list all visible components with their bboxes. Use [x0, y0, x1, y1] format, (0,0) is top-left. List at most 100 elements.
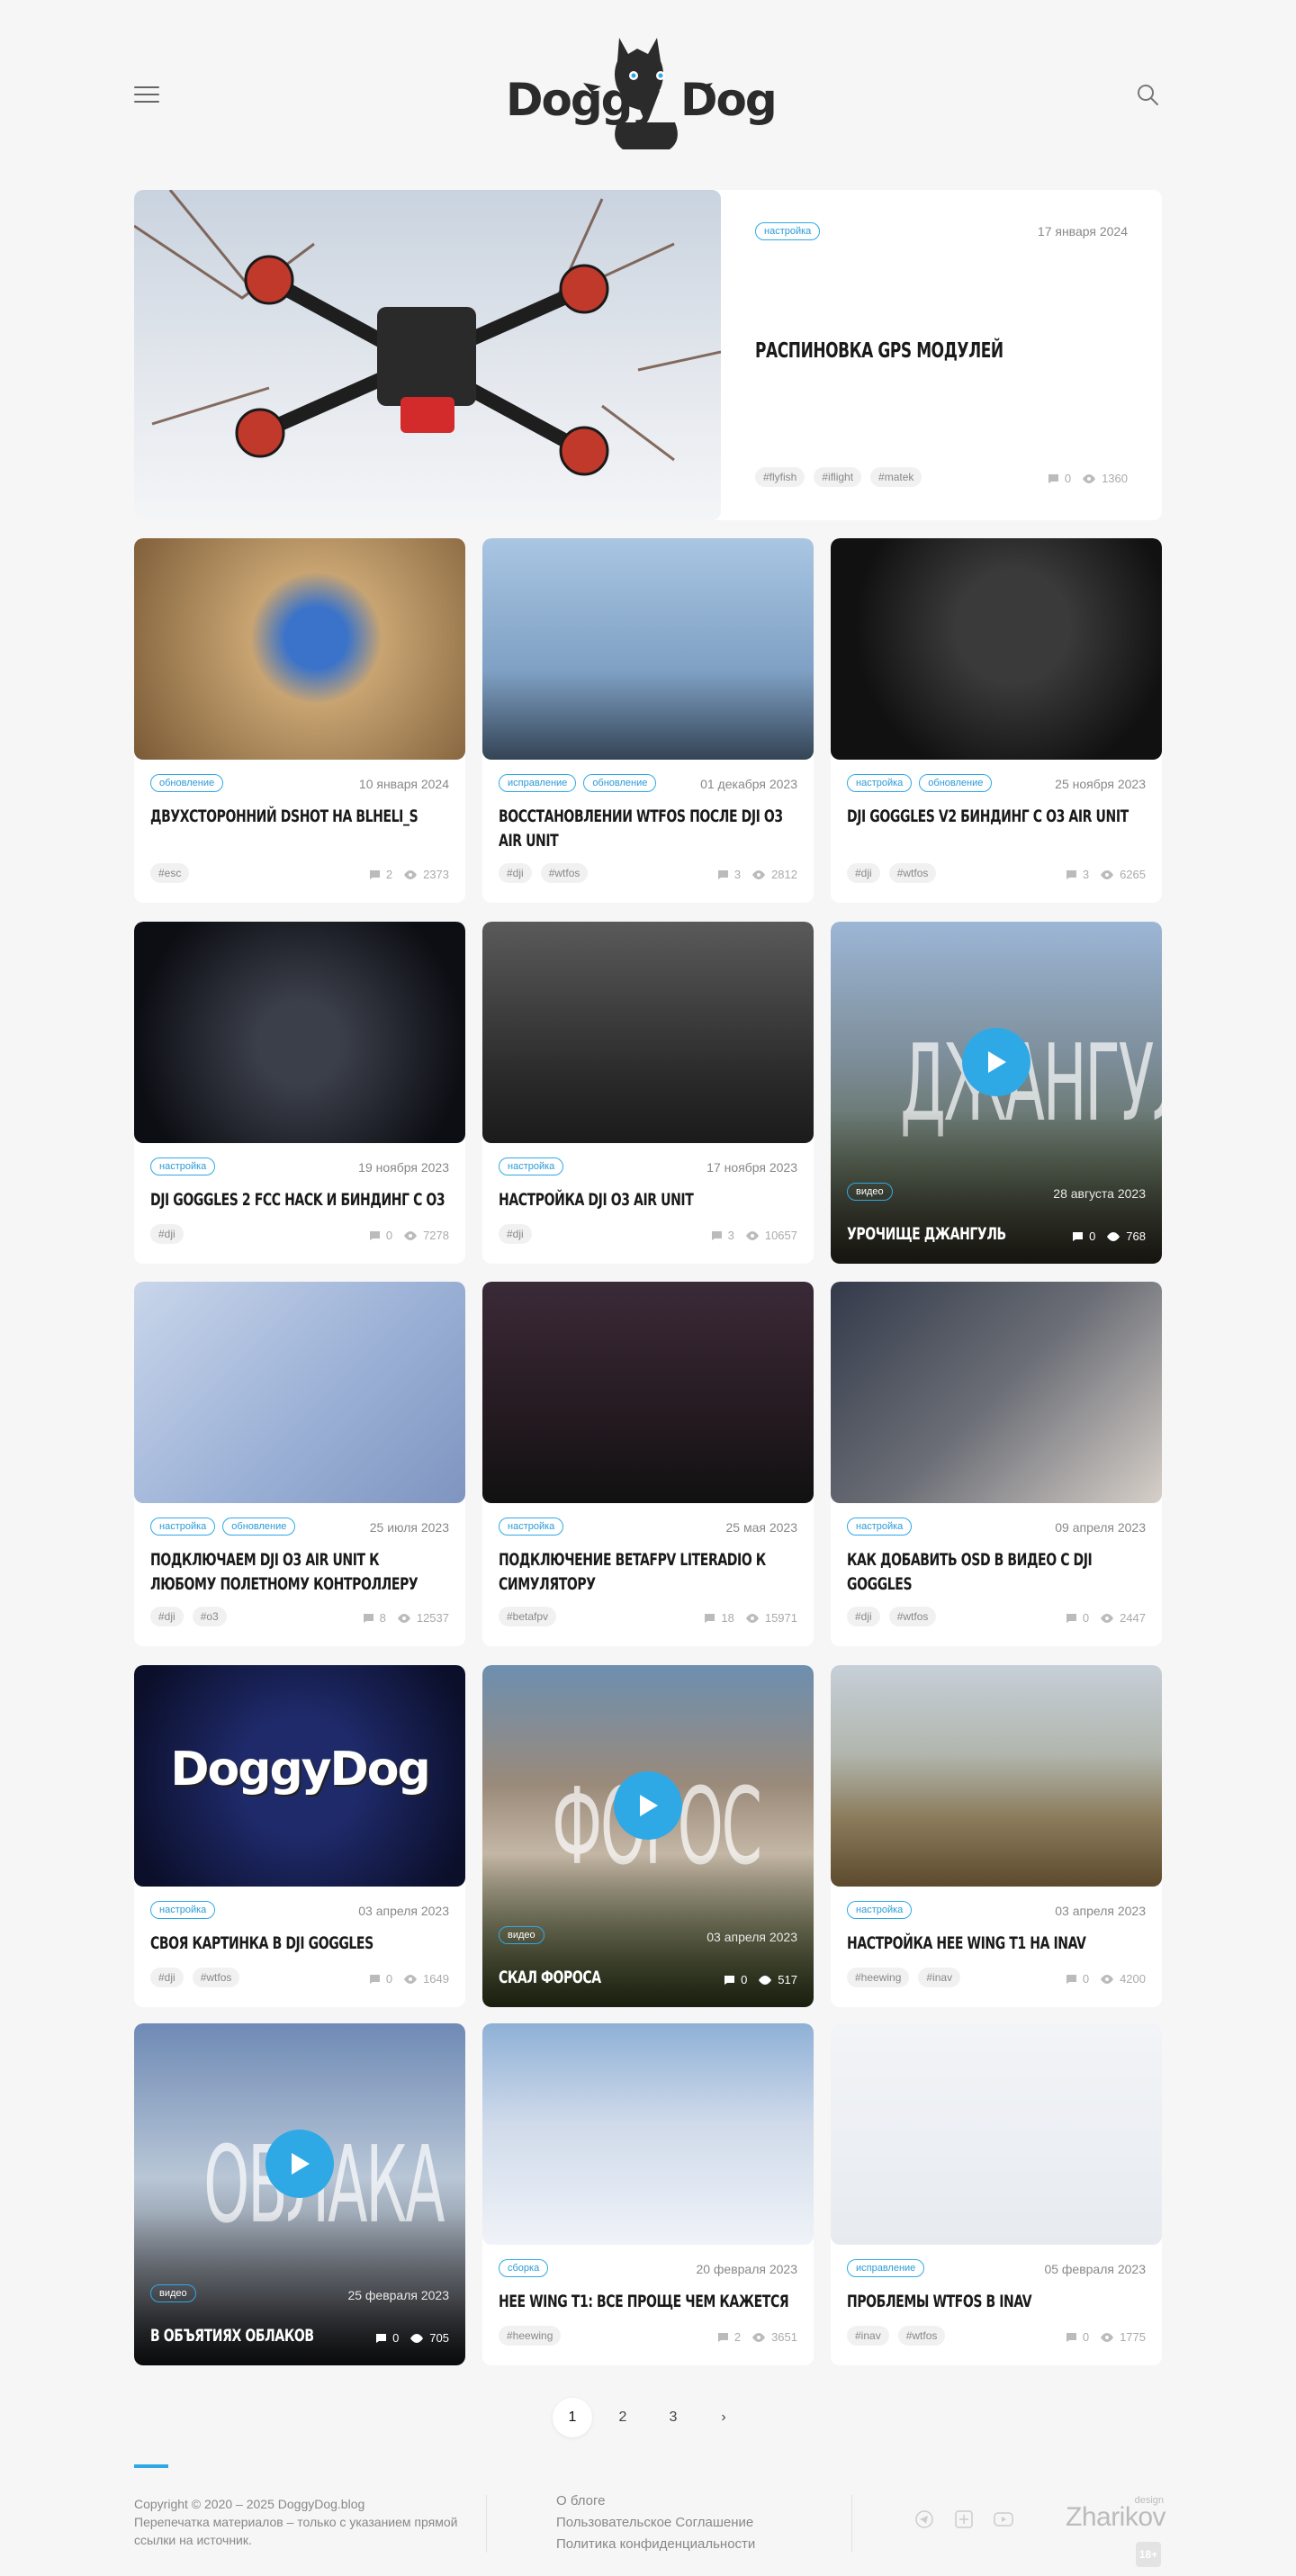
post-image[interactable] — [831, 1665, 1162, 1887]
category-badge[interactable]: сборка — [499, 2259, 549, 2277]
post-image[interactable] — [482, 2023, 814, 2245]
telegram-icon[interactable] — [914, 2509, 934, 2529]
post-image[interactable]: DoggyDog — [134, 1665, 465, 1887]
category-badge[interactable]: исправление — [847, 2259, 925, 2277]
post-card[interactable]: исправление обновление 01 декабря 2023 Восс… — [482, 538, 814, 903]
hashtag[interactable]: #dji — [499, 863, 532, 883]
category-badge[interactable]: настройка — [755, 222, 821, 240]
post-title[interactable]: Как добавить OSD в видео с DJI Goggles — [847, 1548, 1142, 1597]
hashtag[interactable]: #wtfos — [888, 863, 937, 883]
play-button[interactable] — [266, 2130, 334, 2198]
post-card[interactable]: настройка 19 ноября 2023 DJI Goggles 2 FCC… — [134, 922, 465, 1264]
post-card[interactable]: обновление 10 января 2024 Двухсторонний Ds… — [134, 538, 465, 903]
post-image[interactable] — [482, 538, 814, 760]
footer-link-agreement[interactable]: Пользовательское Соглашение — [556, 2513, 755, 2533]
hashtag[interactable]: #heewing — [847, 1968, 910, 1987]
post-card[interactable]: настройка 03 апреля 2023 Настройка Hee Win… — [831, 1665, 1162, 2007]
play-button[interactable] — [962, 1028, 1030, 1096]
post-card[interactable]: исправление 05 февраля 2023 Проблемы WTFOS… — [831, 2023, 1162, 2365]
category-badge[interactable]: обновление — [583, 774, 657, 792]
post-card[interactable]: настройка 17 ноября 2023 Настройка DJI O3 … — [482, 922, 814, 1264]
post-title[interactable]: Своя картинка в DJI Goggles — [150, 1932, 446, 1956]
post-title[interactable]: Урочище Джангуль — [847, 1222, 1098, 1247]
post-title[interactable]: Проблемы WTFOS в INAV — [847, 2290, 1142, 2314]
post-card[interactable]: настройка 25 мая 2023 Подключение BetaFPV … — [482, 1282, 814, 1646]
post-title[interactable]: DJI Goggles V2 биндинг с O3 Air Unit — [847, 805, 1142, 829]
hamburger-menu-icon[interactable] — [134, 86, 159, 103]
category-badge[interactable]: настройка — [847, 1901, 913, 1919]
hashtag[interactable]: #betafpv — [499, 1607, 557, 1626]
post-card[interactable]: настройка 09 апреля 2023 Как добавить OSD … — [831, 1282, 1162, 1646]
hashtag[interactable]: #dji — [847, 1607, 880, 1626]
post-card[interactable]: DoggyDog настройка 03 апреля 2023 Своя карт… — [134, 1665, 465, 2007]
post-title[interactable]: DJI Goggles 2 FCC hack и биндинг с O3 — [150, 1188, 446, 1212]
category-badge[interactable]: видео — [499, 1926, 544, 1944]
doggydog-logo[interactable]: Doggy Dog — [502, 32, 796, 151]
post-title[interactable]: Подключаем DJI O3 Air Unit к любому поле… — [150, 1548, 446, 1597]
post-title[interactable]: Распиновка GPS модулей — [755, 339, 1065, 364]
post-image[interactable] — [134, 538, 465, 760]
post-image[interactable] — [831, 1282, 1162, 1503]
post-image[interactable] — [831, 538, 1162, 760]
next-page-button[interactable]: › — [704, 2398, 743, 2437]
post-title[interactable]: Восстановлении WTFOS после DJI O3 Air Un… — [499, 805, 794, 853]
category-badge[interactable]: настройка — [499, 1518, 564, 1536]
plus-icon[interactable] — [954, 2509, 974, 2529]
hashtag[interactable]: #flyfish — [755, 467, 806, 487]
post-card[interactable]: настройка обновление 25 ноября 2023 DJI Gog… — [831, 538, 1162, 903]
post-image[interactable] — [482, 922, 814, 1143]
category-badge[interactable]: обновление — [919, 774, 993, 792]
hashtag[interactable]: #wtfos — [192, 1968, 240, 1987]
featured-post-card[interactable]: настройка 17 января 2024 Распиновка GPS … — [134, 190, 1162, 520]
post-title[interactable]: Двухсторонний Dshot на BLHeli_S — [150, 805, 446, 829]
hashtag[interactable]: #inav — [847, 2326, 889, 2346]
post-title[interactable]: Подключение BetaFPV LiteRadio к симулято… — [499, 1548, 794, 1597]
hashtag[interactable]: #iflight — [814, 467, 862, 487]
post-title[interactable]: Hee Wing T1: все проще чем кажется — [499, 2290, 794, 2314]
hashtag[interactable]: #heewing — [499, 2326, 562, 2346]
category-badge[interactable]: обновление — [222, 1518, 296, 1536]
hashtag[interactable]: #dji — [150, 1607, 184, 1626]
post-image[interactable] — [134, 922, 465, 1143]
search-icon[interactable] — [1136, 83, 1159, 106]
post-title[interactable]: Настройка DJI O3 Air Unit — [499, 1188, 794, 1212]
post-image[interactable] — [482, 1282, 814, 1503]
category-badge[interactable]: обновление — [150, 774, 224, 792]
category-badge[interactable]: настройка — [499, 1157, 564, 1175]
post-title[interactable]: В объятиях облаков — [150, 2324, 401, 2348]
page-2[interactable]: 2 — [603, 2398, 643, 2437]
hashtag[interactable]: #wtfos — [540, 863, 589, 883]
page-1[interactable]: 1 — [553, 2398, 592, 2437]
video-post-card[interactable]: ОБЛАКА видео 25 февраля 2023 В объятиях … — [134, 2023, 465, 2365]
hashtag[interactable]: #wtfos — [897, 2326, 946, 2346]
category-badge[interactable]: настройка — [150, 1901, 216, 1919]
post-image[interactable] — [134, 1282, 465, 1503]
play-button[interactable] — [614, 1771, 682, 1840]
post-image[interactable] — [831, 2023, 1162, 2245]
hashtag[interactable]: #dji — [150, 1968, 184, 1987]
category-badge[interactable]: настройка — [847, 774, 913, 792]
hashtag[interactable]: #wtfos — [888, 1607, 937, 1626]
hashtag[interactable]: #dji — [150, 1224, 184, 1244]
category-badge[interactable]: настройка — [150, 1157, 216, 1175]
post-card[interactable]: сборка 20 февраля 2023 Hee Wing T1: все пр… — [482, 2023, 814, 2365]
video-post-card[interactable]: ДЖАНГУЛ видео 28 августа 2023 Урочище Дж… — [831, 922, 1162, 1264]
page-3[interactable]: 3 — [653, 2398, 693, 2437]
post-card[interactable]: настройка обновление 25 июля 2023 Подключае… — [134, 1282, 465, 1646]
footer-link-about[interactable]: О блоге — [556, 2491, 755, 2511]
youtube-icon[interactable] — [994, 2509, 1013, 2529]
footer-link-privacy[interactable]: Политика конфиденциальности — [556, 2535, 755, 2554]
hashtag[interactable]: #matek — [870, 467, 922, 487]
hashtag[interactable]: #dji — [847, 863, 880, 883]
post-title[interactable]: Скал Фороса — [499, 1966, 750, 1990]
featured-post-image[interactable] — [134, 190, 721, 520]
category-badge[interactable]: исправление — [499, 774, 577, 792]
category-badge[interactable]: видео — [847, 1183, 893, 1201]
designer-credit[interactable]: design Zharikov — [1066, 2495, 1166, 2533]
hashtag[interactable]: #inav — [918, 1968, 961, 1987]
video-post-card[interactable]: ФОРОС видео 03 апреля 2023 Скал Фороса 0… — [482, 1665, 814, 2007]
category-badge[interactable]: настройка — [847, 1518, 913, 1536]
category-badge[interactable]: настройка — [150, 1518, 216, 1536]
hashtag[interactable]: #o3 — [192, 1607, 227, 1626]
post-title[interactable]: Настройка Hee Wing T1 на INAV — [847, 1932, 1142, 1956]
